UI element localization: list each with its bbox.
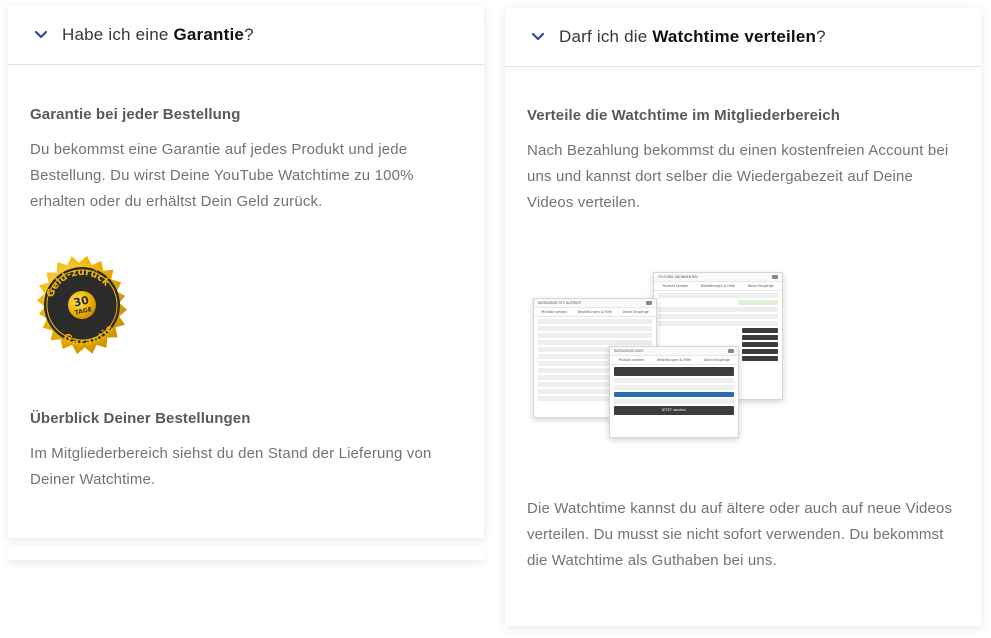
chevron-down-icon — [34, 30, 48, 39]
section-text: Im Mitgliederbereich siehst du den Stand… — [30, 445, 432, 488]
chevron-down-icon — [531, 32, 545, 41]
accordion-header-garantie[interactable]: Habe ich eine Garantie? — [8, 6, 484, 65]
accordion-header-watchtime[interactable]: Darf ich die Watchtime verteilen? — [505, 8, 981, 67]
section-title: Überblick Deiner Bestellungen — [30, 410, 251, 427]
section-title: Garantie bei jeder Bestellung — [30, 106, 241, 123]
section-text: Die Watchtime kannst du auf ältere oder … — [527, 500, 953, 569]
section-text: Du bekommst eine Garantie auf jedes Prod… — [30, 141, 414, 210]
screenshot-instagram-likes: INSTAGRAM LIKES Produkt senden Bestellung… — [609, 346, 739, 438]
dashboard-screenshots-collage: YOUTUBE ABONNENTEN Produkt senden Bestell… — [527, 272, 959, 450]
accordion-body: Garantie bei jeder Bestellung Du bekomms… — [8, 106, 484, 493]
section-text: Nach Bezahlung bekommst du einen kostenf… — [527, 142, 949, 211]
faq-card-garantie: Habe ich eine Garantie? Garantie bei jed… — [8, 6, 484, 538]
faq-card-watchtime: Darf ich die Watchtime verteilen? Vertei… — [505, 8, 981, 626]
accordion-body: Verteile die Watchtime im Mitgliederbere… — [505, 107, 981, 574]
money-back-guarantee-badge: Geld-zurück Garantie 30 TAGE — [37, 255, 127, 355]
accordion-title: Habe ich eine Garantie? — [62, 25, 254, 44]
accordion-title: Darf ich die Watchtime verteilen? — [559, 27, 826, 46]
next-accordion-card — [8, 546, 484, 560]
section-title: Verteile die Watchtime im Mitgliederbere… — [527, 107, 841, 124]
